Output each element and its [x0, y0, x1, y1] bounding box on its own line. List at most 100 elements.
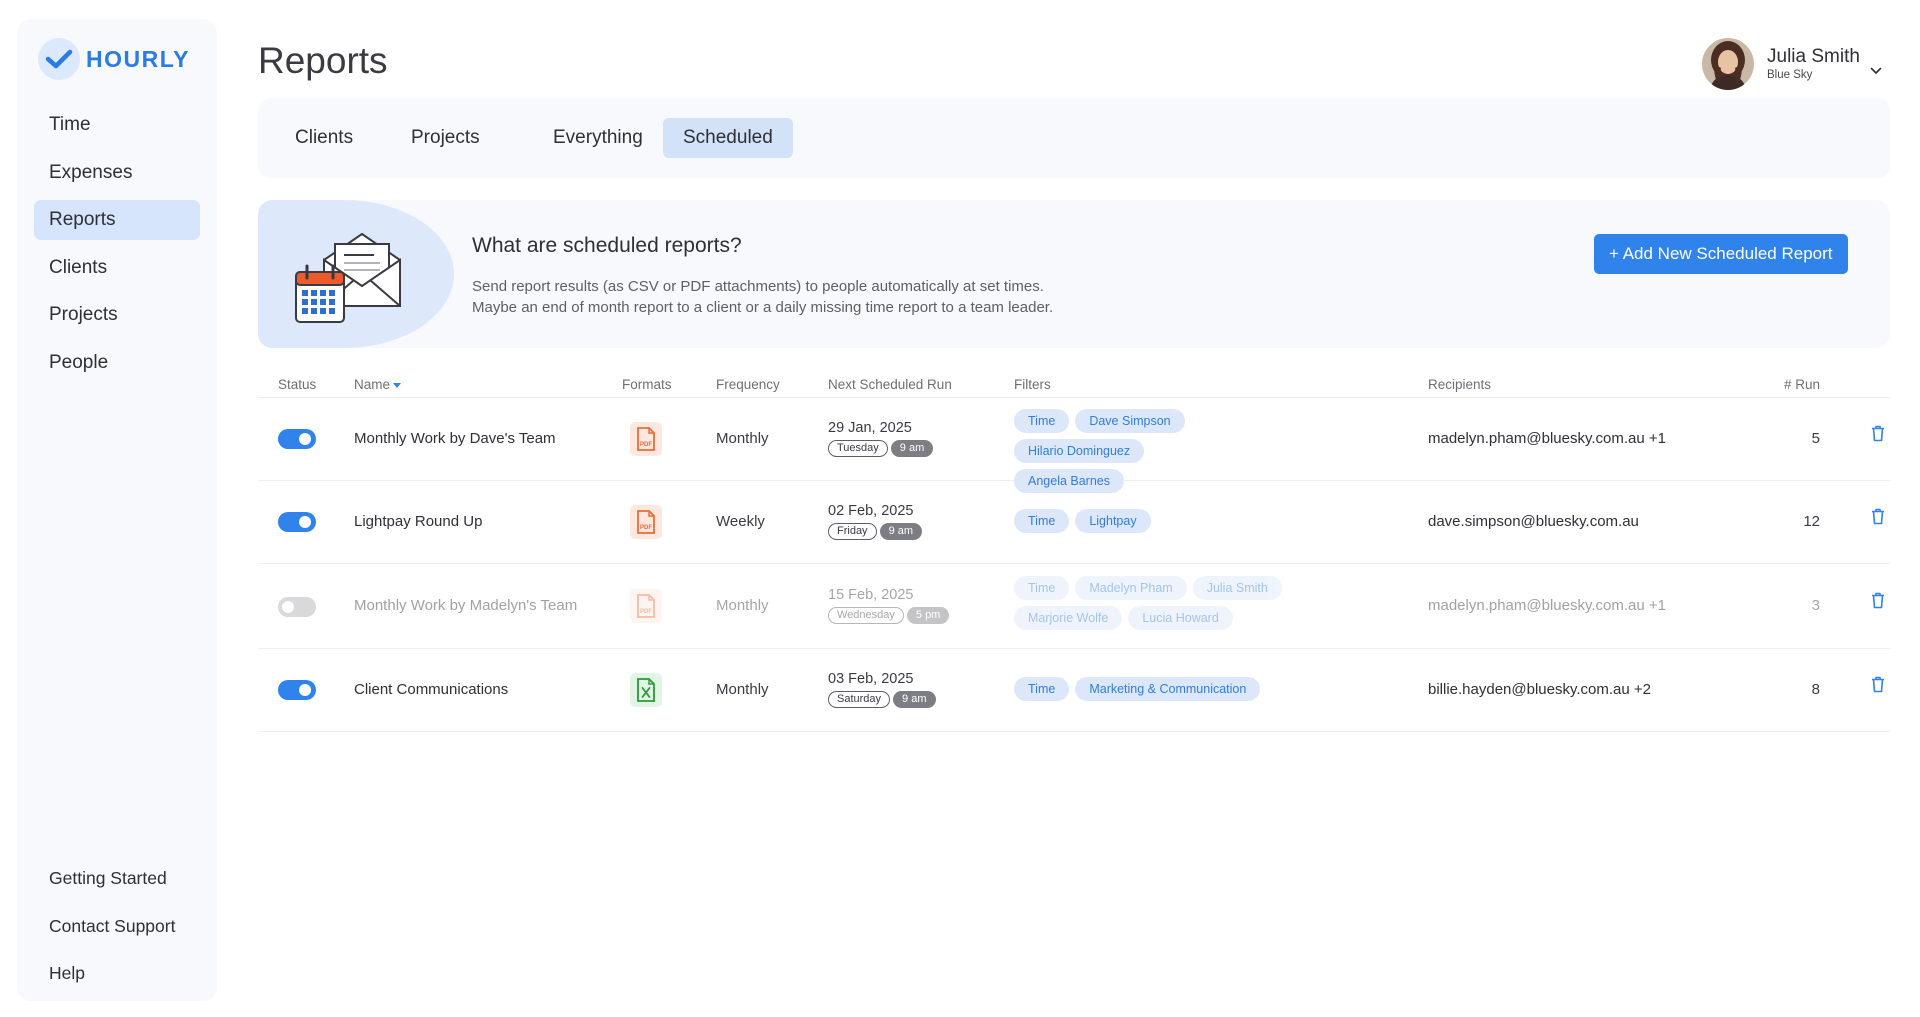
table-row[interactable]: Monthly Work by Madelyn's Team PDF Month…: [258, 564, 1890, 649]
recipients[interactable]: madelyn.pham@bluesky.com.au +1: [1428, 430, 1666, 447]
filter-chip[interactable]: Julia Smith: [1192, 576, 1282, 600]
filter-chip[interactable]: Time: [1014, 576, 1070, 600]
next-run-date: 03 Feb, 2025: [828, 671, 914, 687]
sidebar: HOURLY Time Expenses Reports Clients Pro…: [17, 19, 217, 1001]
report-name[interactable]: Client Communications: [354, 681, 508, 698]
filter-chip[interactable]: Marjorie Wolfe: [1014, 606, 1123, 630]
next-run-date: 15 Feb, 2025: [828, 587, 914, 603]
status-toggle[interactable]: [278, 680, 316, 700]
logo-text: HOURLY: [86, 45, 190, 72]
caret-down-icon[interactable]: [393, 377, 402, 392]
status-toggle[interactable]: [278, 429, 316, 449]
sidebar-nav: Time Expenses Reports Clients Projects P…: [34, 105, 200, 390]
trash-icon[interactable]: [1871, 676, 1885, 698]
filters-cell: Time Marketing & Communication: [1014, 677, 1314, 707]
frequency: Monthly: [716, 681, 769, 698]
column-header-run-count: # Run: [1783, 377, 1820, 392]
report-tabs: Clients Projects Everything Scheduled: [258, 98, 1890, 178]
sidebar-item-contact-support[interactable]: Contact Support: [34, 906, 200, 946]
tab-everything[interactable]: Everything: [533, 118, 663, 158]
status-toggle[interactable]: [278, 597, 316, 617]
next-run-date: 29 Jan, 2025: [828, 420, 912, 436]
filter-chip[interactable]: Time: [1014, 677, 1070, 701]
run-count: 5: [1811, 430, 1820, 447]
run-count: 12: [1803, 513, 1820, 530]
pdf-file-icon[interactable]: PDF: [630, 589, 662, 623]
next-run-time: 5 pm: [906, 607, 950, 624]
logo[interactable]: HOURLY: [38, 38, 190, 80]
next-run-cell: 03 Feb, 2025 Saturday 9 am: [828, 670, 936, 708]
svg-text:PDF: PDF: [640, 442, 652, 448]
report-name[interactable]: Lightpay Round Up: [354, 513, 482, 530]
trash-icon[interactable]: [1871, 592, 1885, 614]
filter-chip[interactable]: Hilario Dominguez: [1014, 439, 1145, 463]
tab-clients[interactable]: Clients: [275, 118, 373, 158]
table-row[interactable]: Lightpay Round Up PDF Weekly 02 Feb, 202…: [258, 481, 1890, 564]
sidebar-item-expenses[interactable]: Expenses: [34, 153, 200, 193]
next-run-time: 9 am: [890, 440, 934, 457]
next-run-day: Saturday: [828, 691, 891, 708]
trash-icon[interactable]: [1871, 425, 1885, 447]
format-cell: PDF: [630, 422, 662, 456]
filter-chip[interactable]: Marketing & Communication: [1075, 677, 1261, 701]
format-cell: PDF: [630, 589, 662, 623]
next-run-cell: 29 Jan, 2025 Tuesday 9 am: [828, 419, 934, 457]
column-header-name[interactable]: Name: [354, 377, 402, 392]
column-header-next-run: Next Scheduled Run: [828, 377, 952, 392]
report-name[interactable]: Monthly Work by Dave's Team: [354, 430, 556, 447]
next-run-day: Tuesday: [828, 440, 888, 457]
sidebar-item-projects[interactable]: Projects: [34, 295, 200, 335]
next-run-day: Friday: [828, 523, 877, 540]
table-row[interactable]: Client Communications Monthly 03 Feb, 20…: [258, 649, 1890, 732]
status-toggle[interactable]: [278, 512, 316, 532]
frequency: Weekly: [716, 513, 765, 530]
banner-description-line: Maybe an end of month report to a client…: [472, 299, 1054, 316]
add-new-scheduled-report-button[interactable]: + Add New Scheduled Report: [1594, 234, 1848, 274]
user-org: Blue Sky: [1767, 68, 1813, 81]
filter-chip[interactable]: Time: [1014, 509, 1070, 533]
sidebar-item-reports[interactable]: Reports: [34, 200, 200, 240]
status-toggle-cell: [278, 512, 316, 532]
spreadsheet-file-icon[interactable]: [630, 673, 662, 707]
scheduled-reports-info-banner: What are scheduled reports? Send report …: [258, 200, 1890, 348]
column-header-status: Status: [278, 377, 317, 392]
frequency: Monthly: [716, 430, 769, 447]
banner-description-line: Send report results (as CSV or PDF attac…: [472, 278, 1044, 295]
status-toggle-cell: [278, 429, 316, 449]
filter-chip[interactable]: Time: [1014, 409, 1070, 433]
svg-text:PDF: PDF: [640, 525, 652, 531]
report-name[interactable]: Monthly Work by Madelyn's Team: [354, 597, 577, 614]
recipients[interactable]: madelyn.pham@bluesky.com.au +1: [1428, 597, 1666, 614]
filter-chip[interactable]: Lightpay: [1075, 509, 1151, 533]
user-menu[interactable]: Julia Smith Blue Sky: [1702, 38, 1882, 90]
avatar[interactable]: [1702, 38, 1754, 90]
next-run-day: Wednesday: [828, 607, 904, 624]
sidebar-item-help[interactable]: Help: [34, 953, 200, 993]
next-run-cell: 15 Feb, 2025 Wednesday 5 pm: [828, 586, 950, 624]
column-header-formats: Formats: [622, 377, 672, 392]
sidebar-bottom-nav: Getting Started Contact Support Help: [34, 858, 200, 1001]
filter-chip[interactable]: Dave Simpson: [1075, 409, 1185, 433]
tab-scheduled[interactable]: Scheduled: [663, 118, 793, 158]
next-run-time: 9 am: [879, 523, 923, 540]
pdf-file-icon[interactable]: PDF: [630, 422, 662, 456]
recipients[interactable]: billie.hayden@bluesky.com.au +2: [1428, 681, 1651, 698]
scheduled-reports-table: Status Name Formats Frequency Next Sched…: [258, 372, 1890, 732]
next-run-date: 02 Feb, 2025: [828, 503, 914, 519]
table-row[interactable]: Monthly Work by Dave's Team PDF Monthly …: [258, 398, 1890, 493]
sidebar-item-people[interactable]: People: [34, 343, 200, 383]
tab-projects[interactable]: Projects: [391, 118, 500, 158]
run-count: 3: [1811, 597, 1820, 614]
pdf-file-icon[interactable]: PDF: [630, 505, 662, 539]
sidebar-item-time[interactable]: Time: [34, 105, 200, 145]
filter-chip[interactable]: Lucia Howard: [1128, 606, 1233, 630]
user-name: Julia Smith: [1767, 45, 1860, 67]
next-run-time: 9 am: [893, 691, 936, 708]
chevron-down-icon[interactable]: [1870, 62, 1882, 80]
sidebar-item-clients[interactable]: Clients: [34, 248, 200, 288]
column-header-name-label: Name: [354, 377, 391, 392]
recipients[interactable]: dave.simpson@bluesky.com.au: [1428, 513, 1639, 530]
sidebar-item-getting-started[interactable]: Getting Started: [34, 858, 200, 898]
filter-chip[interactable]: Madelyn Pham: [1075, 576, 1187, 600]
trash-icon[interactable]: [1871, 508, 1885, 530]
